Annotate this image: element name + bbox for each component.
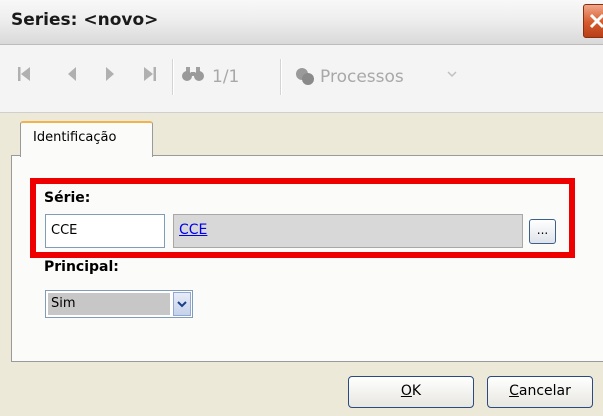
toolbar: 1/1 Processos (0, 45, 603, 113)
toolbar-separator (280, 59, 282, 95)
previous-record-icon[interactable] (66, 65, 78, 83)
close-icon (589, 13, 603, 29)
serie-code-input[interactable]: CCE (45, 214, 165, 248)
binoculars-icon[interactable] (181, 66, 205, 82)
principal-dropdown-button[interactable] (173, 292, 191, 316)
chevron-down-icon (177, 301, 187, 308)
cancel-button[interactable]: Cancelar (487, 376, 593, 408)
ok-accel: O (400, 383, 412, 399)
last-record-icon[interactable] (142, 65, 158, 83)
title-bar: Series: <novo> (0, 0, 603, 45)
tab-identificacao[interactable]: Identificação (20, 121, 153, 157)
window-title: Series: <novo> (11, 10, 159, 30)
next-record-icon[interactable] (104, 65, 116, 83)
cancel-accel: C (509, 383, 519, 399)
record-counter: 1/1 (212, 67, 240, 87)
cancel-label: ancelar (518, 383, 571, 399)
processes-icon (296, 68, 314, 85)
serie-lookup-button[interactable]: ... (529, 219, 556, 244)
close-button[interactable] (583, 4, 603, 38)
principal-select[interactable]: Sim (45, 290, 193, 318)
serie-description-field: CCE (173, 214, 523, 248)
serie-code-value: CCE (51, 223, 78, 238)
serie-label: Série: (44, 190, 91, 206)
principal-label: Principal: (44, 259, 119, 275)
principal-selected-text: Sim (51, 296, 76, 311)
toolbar-separator (172, 59, 174, 95)
ok-label: K (411, 383, 422, 399)
principal-select-value: Sim (48, 293, 170, 315)
serie-description-link[interactable]: CCE (179, 222, 207, 238)
ok-button[interactable]: OK (348, 376, 474, 408)
tab-label: Identificação (33, 130, 117, 145)
first-record-icon[interactable] (16, 65, 32, 83)
processes-menu-label[interactable]: Processos (320, 67, 404, 87)
chevron-down-icon[interactable] (447, 71, 457, 79)
